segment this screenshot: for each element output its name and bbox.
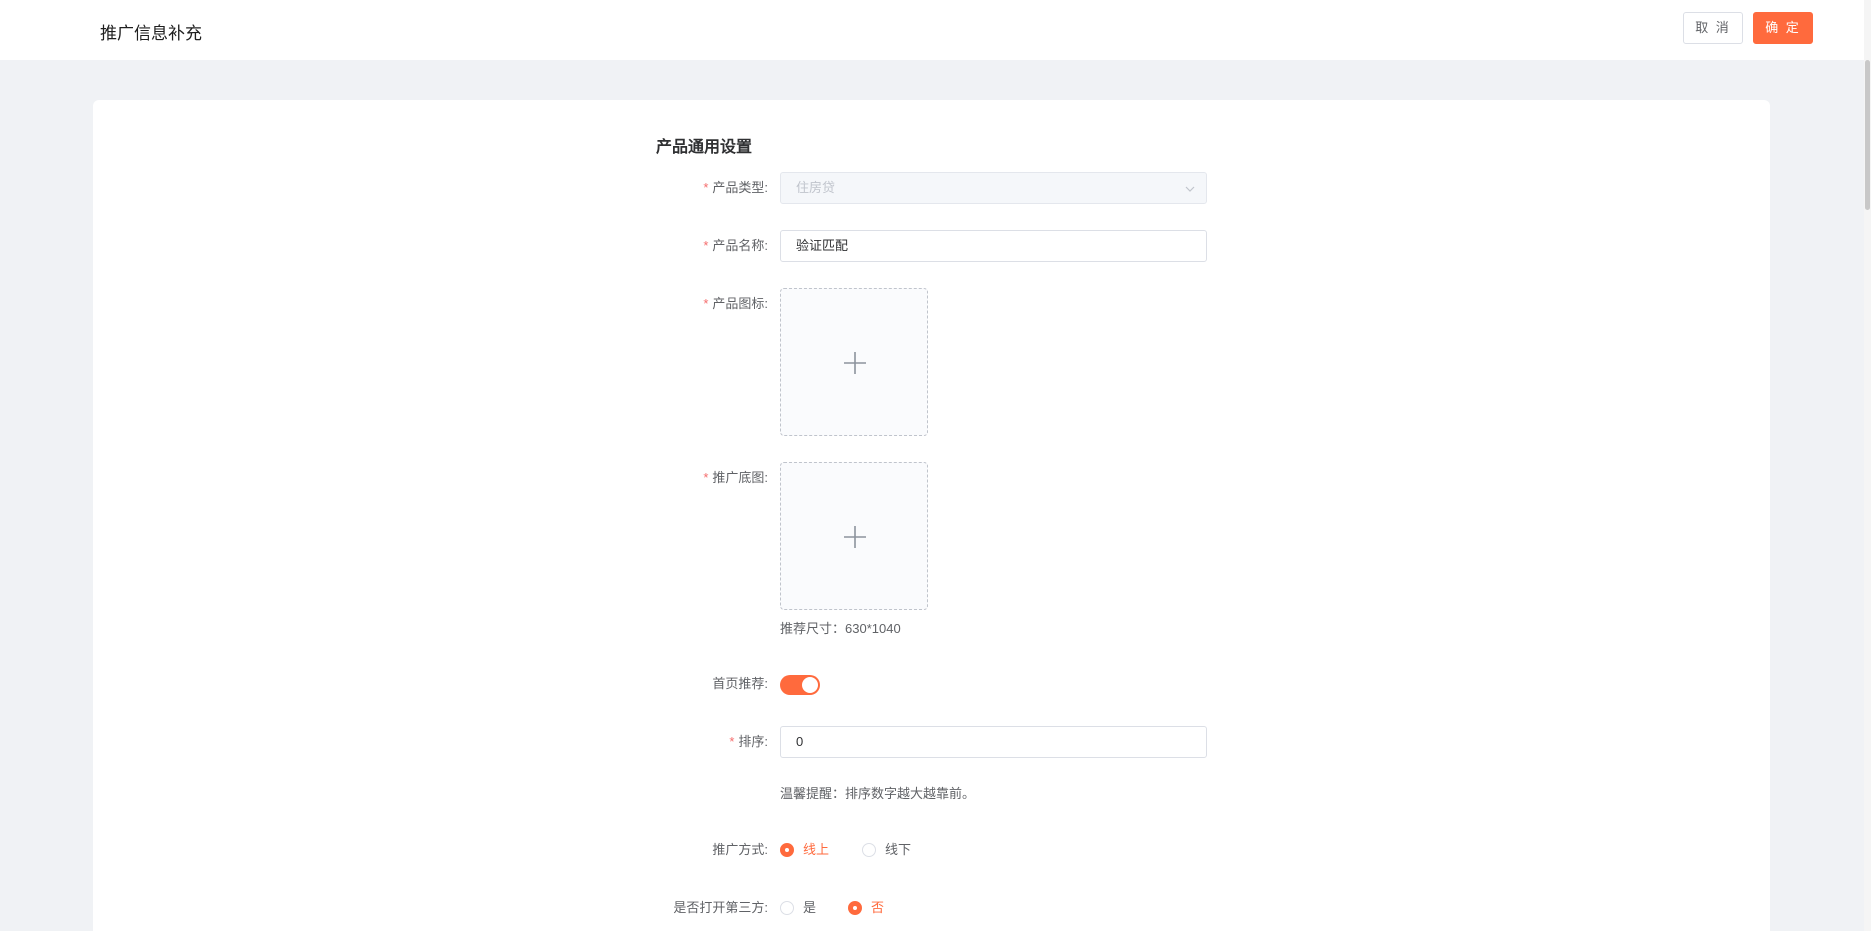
plus-icon (844, 352, 866, 374)
required-mark: * (703, 470, 709, 485)
open-third-party-label: 是否打开第三方: (673, 900, 768, 915)
radio-dot (780, 843, 794, 857)
page-title: 推广信息补充 (100, 24, 202, 43)
switch-knob (802, 677, 818, 693)
promo-image-label: * 推广底图: (703, 470, 768, 485)
product-icon-upload[interactable] (780, 288, 928, 436)
page-scrollbar[interactable] (1864, 0, 1871, 931)
radio-dot (848, 901, 862, 915)
required-mark: * (703, 238, 709, 253)
sort-hint: 温馨提醒：排序数字越大越靠前。 (780, 786, 976, 801)
product-name-input[interactable]: 验证匹配 (780, 230, 1207, 262)
section-title: 产品通用设置 (656, 139, 753, 156)
product-type-select[interactable]: 住房贷 (780, 172, 1207, 204)
sort-label: * 排序: (729, 734, 768, 749)
promo-method-label: 推广方式: (712, 842, 768, 857)
product-type-label: * 产品类型: (703, 180, 768, 195)
cancel-button[interactable]: 取 消 (1683, 12, 1743, 44)
radio-dot (862, 843, 876, 857)
home-recommend-switch[interactable] (780, 675, 820, 695)
chevron-down-icon (1184, 182, 1196, 200)
required-mark: * (703, 180, 709, 195)
home-recommend-label: 首页推荐: (712, 676, 768, 691)
product-type-value: 住房贷 (796, 180, 836, 195)
radio-dot (780, 901, 794, 915)
top-bar: 推广信息补充 取 消 确 定 (0, 0, 1864, 60)
scrollbar-thumb[interactable] (1865, 60, 1870, 210)
plus-icon (844, 526, 866, 548)
promo-image-size-hint: 推荐尺寸：630*1040 (780, 621, 901, 636)
form-card (93, 100, 1770, 931)
confirm-button[interactable]: 确 定 (1753, 12, 1813, 44)
product-name-label: * 产品名称: (703, 238, 768, 253)
required-mark: * (703, 296, 709, 311)
sort-input[interactable]: 0 (780, 726, 1207, 758)
required-mark: * (729, 734, 735, 749)
product-icon-label: * 产品图标: (703, 296, 768, 311)
promo-image-upload[interactable] (780, 462, 928, 610)
